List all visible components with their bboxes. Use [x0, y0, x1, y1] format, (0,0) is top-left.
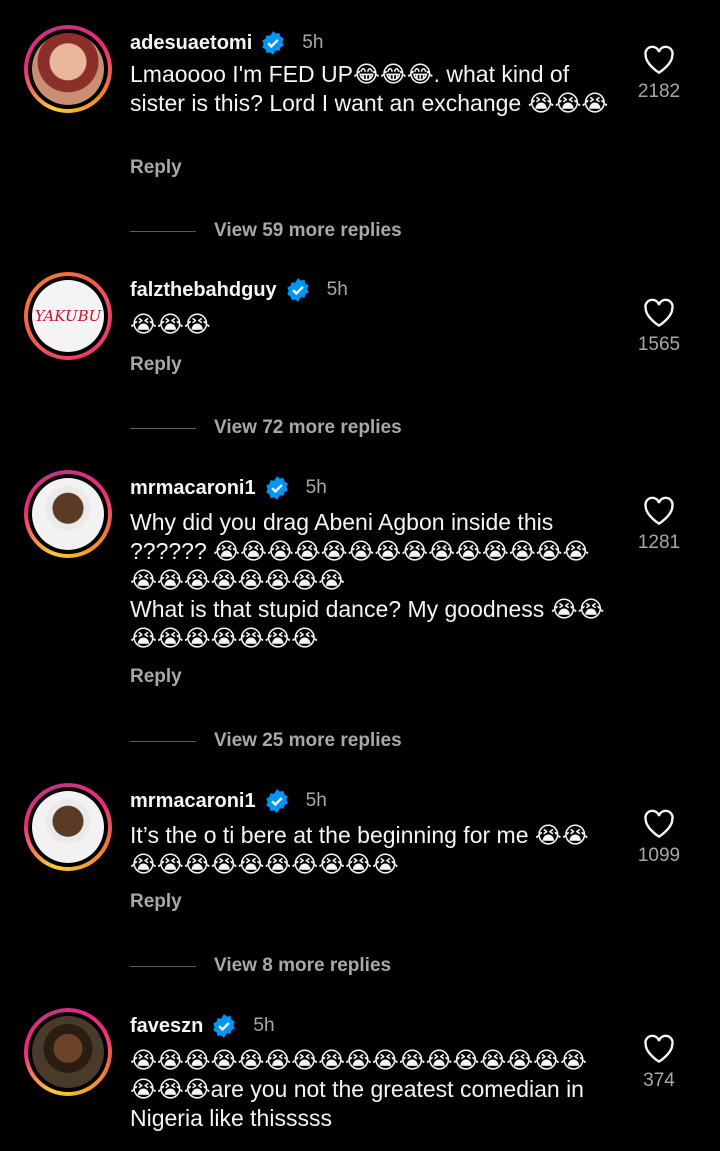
timestamp: 5h [305, 790, 327, 811]
avatar-logo-text: YAKUBU [34, 307, 102, 325]
view-more-label: View 59 more replies [214, 220, 402, 241]
like-count: 1099 [637, 845, 681, 866]
like-button[interactable]: 1565 [628, 298, 690, 356]
verified-badge-icon [262, 31, 284, 55]
reply-button[interactable]: Reply [130, 354, 182, 376]
like-button[interactable]: 1281 [628, 496, 690, 554]
comment-text: It’s the o ti bere at the beginning for … [130, 822, 589, 877]
heart-outline-icon[interactable] [643, 1034, 675, 1064]
reply-button[interactable]: Reply [130, 891, 182, 913]
reply-button[interactable]: Reply [130, 157, 182, 179]
divider-line [130, 740, 196, 742]
heart-outline-icon[interactable] [643, 298, 675, 328]
avatar[interactable] [24, 470, 112, 558]
heart-outline-icon[interactable] [643, 496, 675, 526]
username[interactable]: mrmacaroni1 [130, 477, 256, 500]
view-more-replies-button[interactable]: View 72 more replies [130, 417, 402, 439]
heart-outline-icon[interactable] [643, 45, 675, 75]
avatar[interactable]: YAKUBU [24, 272, 112, 360]
like-button[interactable]: 1099 [628, 809, 690, 867]
like-button[interactable]: 374 [628, 1034, 690, 1092]
comment-text: Why did you drag Abeni Agbon inside this… [130, 509, 605, 651]
avatar[interactable] [24, 1008, 112, 1096]
view-more-label: View 72 more replies [214, 417, 402, 438]
username[interactable]: mrmacaroni1 [130, 790, 256, 813]
timestamp: 5h [305, 477, 327, 498]
comment-text: 😭😭😭😭😭😭😭😭😭😭😭😭😭😭😭😭😭😭😭😭are you not the grea… [130, 1047, 591, 1131]
view-more-label: View 25 more replies [214, 730, 402, 751]
timestamp: 5h [253, 1015, 275, 1036]
divider-line [130, 965, 196, 967]
username[interactable]: falzthebahdguy [130, 279, 277, 302]
view-more-replies-button[interactable]: View 8 more replies [130, 955, 391, 977]
divider-line [130, 427, 196, 429]
verified-badge-icon [265, 789, 288, 813]
avatar[interactable] [24, 783, 112, 871]
divider-line [130, 230, 196, 232]
verified-badge-icon [286, 278, 309, 302]
like-count: 374 [643, 1070, 675, 1091]
timestamp: 5h [302, 32, 324, 53]
avatar[interactable] [24, 25, 112, 113]
heart-outline-icon[interactable] [643, 809, 675, 839]
like-button[interactable]: 2182 [628, 45, 690, 103]
comment-text: Lmaoooo I'm FED UP😂😂😂. what kind of sist… [130, 61, 609, 116]
verified-badge-icon [213, 1014, 236, 1038]
verified-badge-icon [265, 476, 288, 500]
like-count: 2182 [637, 81, 681, 102]
view-more-replies-button[interactable]: View 59 more replies [130, 220, 402, 242]
like-count: 1565 [637, 334, 681, 355]
timestamp: 5h [326, 279, 348, 300]
username[interactable]: faveszn [130, 1015, 203, 1038]
username[interactable]: adesuaetomi [130, 32, 252, 55]
like-count: 1281 [637, 532, 681, 553]
reply-button[interactable]: Reply [130, 666, 182, 688]
view-more-label: View 8 more replies [214, 955, 392, 976]
comment-text: 😭😭😭 [130, 311, 211, 337]
view-more-replies-button[interactable]: View 25 more replies [130, 730, 402, 752]
